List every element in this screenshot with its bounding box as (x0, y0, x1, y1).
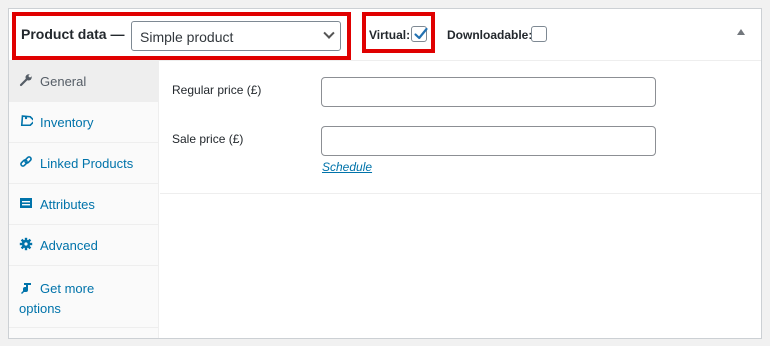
tab-label: Linked Products (40, 156, 134, 171)
virtual-label: Virtual: (369, 28, 411, 42)
tab-linked-products[interactable]: Linked Products (9, 143, 159, 184)
sale-price-label: Sale price (£) (172, 132, 244, 146)
tag-icon (20, 115, 33, 127)
regular-price-input[interactable] (321, 77, 656, 107)
product-type-select[interactable]: Simple product (131, 21, 341, 51)
collapse-arrow-icon[interactable] (737, 29, 745, 35)
schedule-link[interactable]: Schedule (322, 160, 372, 174)
list-icon (20, 198, 32, 208)
product-data-title: Product data — (21, 26, 125, 42)
link-icon (20, 156, 32, 167)
tab-inventory[interactable]: Inventory (9, 102, 159, 143)
virtual-checkbox[interactable] (411, 26, 428, 42)
tab-get-more-options[interactable]: Get more options (9, 266, 159, 328)
sale-price-input[interactable] (321, 126, 656, 156)
tab-label: General (40, 74, 87, 89)
tab-label: Attributes (40, 197, 95, 212)
tab-general[interactable]: General (9, 61, 159, 102)
downloadable-checkbox[interactable] (531, 26, 547, 42)
downloadable-label: Downloadable: (447, 28, 533, 42)
product-data-panel: Product data — Simple product Virtual: D… (8, 8, 762, 339)
tab-label: Inventory (40, 115, 94, 130)
general-panel: Regular price (£) Sale price (£) Schedul… (160, 61, 761, 194)
tab-advanced[interactable]: Advanced (9, 225, 159, 266)
gear-icon (19, 237, 33, 251)
tab-label: Advanced (40, 238, 98, 253)
regular-price-label: Regular price (£) (172, 83, 262, 97)
wrench-icon (19, 74, 32, 87)
product-data-header: Product data — Simple product Virtual: D… (9, 9, 761, 61)
tab-attributes[interactable]: Attributes (9, 184, 159, 225)
chevron-down-icon (323, 27, 335, 39)
checkmark-icon (414, 27, 428, 40)
tab-label: Get more options (19, 281, 95, 316)
product-type-value: Simple product (140, 29, 234, 45)
product-data-tabs: General Inventory Linked Products Attrib… (9, 61, 159, 338)
